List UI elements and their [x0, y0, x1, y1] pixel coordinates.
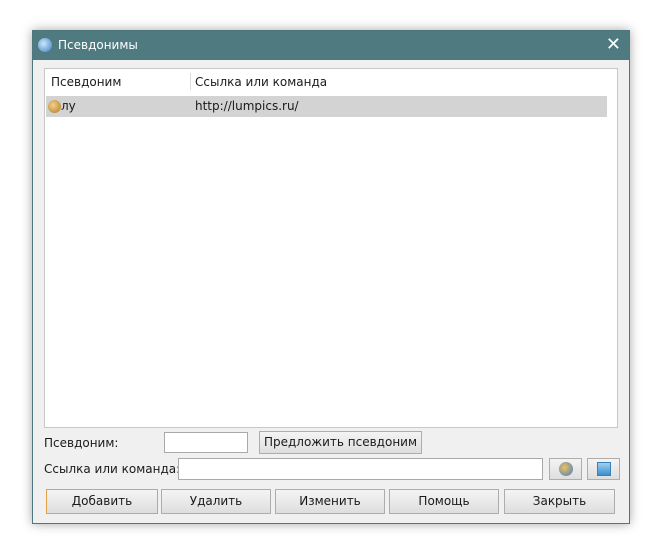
alias-label: Псевдоним: [44, 436, 119, 450]
column-divider[interactable] [190, 73, 191, 90]
add-button[interactable]: Добавить [46, 489, 158, 514]
program-icon [559, 462, 573, 476]
help-button[interactable]: Помощь [389, 489, 499, 514]
link-label: Ссылка или команда: [44, 462, 181, 476]
close-icon[interactable]: ✕ [606, 34, 621, 55]
row-link: http://lumpics.ru/ [195, 99, 299, 113]
alias-input[interactable] [164, 432, 248, 453]
alias-icon [48, 100, 61, 113]
suggest-alias-button[interactable]: Предложить псевдоним [259, 431, 422, 454]
list-header: Псевдоним Ссылка или команда [45, 69, 617, 94]
column-header-alias[interactable]: Псевдоним [51, 75, 121, 89]
window-title: Псевдонимы [58, 38, 138, 52]
link-input[interactable] [178, 458, 543, 480]
title-bar[interactable]: Псевдонимы ✕ [33, 31, 629, 60]
delete-button[interactable]: Удалить [161, 489, 271, 514]
folder-button[interactable] [587, 458, 620, 480]
column-header-link[interactable]: Ссылка или команда [195, 75, 327, 89]
close-button[interactable]: Закрыть [504, 489, 615, 514]
aliases-dialog: Псевдонимы ✕ Псевдоним Ссылка или команд… [32, 30, 630, 524]
edit-button[interactable]: Изменить [275, 489, 385, 514]
list-row[interactable]: лу http://lumpics.ru/ [46, 96, 607, 117]
program-button[interactable] [549, 458, 582, 480]
folder-icon [597, 462, 611, 476]
row-alias: лу [61, 99, 76, 113]
app-globe-icon [38, 38, 52, 52]
aliases-list[interactable]: Псевдоним Ссылка или команда лу http://l… [44, 68, 618, 428]
